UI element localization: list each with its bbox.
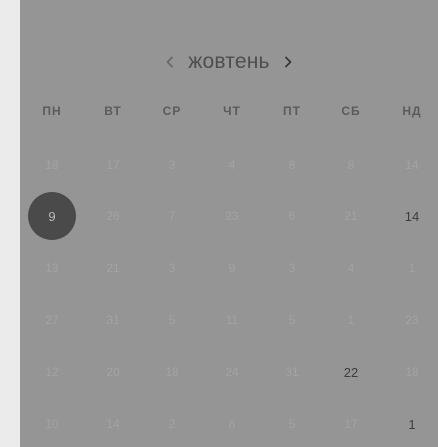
day-cell[interactable]: 11	[212, 300, 252, 340]
calendar-panel: жовтень ПН ВТ СР ЧТ ПТ СБ НД 18 17 3 4 8 8 14 9 26 7 23 6…	[20, 0, 438, 447]
day-cell[interactable]: 1	[331, 300, 371, 340]
day-cell[interactable]: 21	[93, 248, 133, 288]
day-cell[interactable]: 31	[93, 300, 133, 340]
day-cell[interactable]: 3	[152, 248, 192, 288]
day-cell[interactable]: 1	[392, 248, 432, 288]
month-title: жовтень	[188, 50, 270, 73]
day-cell[interactable]: 4	[212, 145, 252, 185]
day-cell[interactable]: 2	[152, 404, 192, 444]
day-cell[interactable]: 22	[331, 352, 371, 392]
weekday-label: ПН	[42, 104, 62, 118]
day-cell[interactable]: 3	[152, 145, 192, 185]
day-cell[interactable]: 18	[152, 352, 192, 392]
day-cell[interactable]: 4	[331, 248, 371, 288]
day-cell[interactable]: 14	[392, 145, 432, 185]
day-cell[interactable]: 5	[272, 404, 312, 444]
weekday-label: СР	[162, 104, 182, 118]
weekday-label: СБ	[341, 104, 361, 118]
day-cell[interactable]: 3	[272, 248, 312, 288]
next-month-button[interactable]	[276, 50, 300, 74]
day-cell[interactable]: 6	[272, 196, 312, 236]
day-cell[interactable]: 23	[392, 300, 432, 340]
prev-month-button[interactable]	[158, 50, 182, 74]
day-cell[interactable]: 24	[212, 352, 252, 392]
day-cell[interactable]: 17	[93, 145, 133, 185]
day-cell[interactable]: 23	[212, 196, 252, 236]
day-cell[interactable]: 14	[392, 196, 432, 236]
day-cell[interactable]: 5	[152, 300, 192, 340]
weekday-label: ЧТ	[223, 104, 241, 118]
day-cell[interactable]: 7	[152, 196, 192, 236]
day-cell[interactable]: 18	[392, 352, 432, 392]
chevron-right-icon	[284, 56, 292, 68]
calendar-header: жовтень	[20, 48, 438, 76]
weekday-label: ВТ	[104, 104, 122, 118]
day-cell[interactable]: 18	[32, 145, 72, 185]
weekday-label: ПТ	[283, 104, 301, 118]
day-cell[interactable]: 17	[331, 404, 371, 444]
selected-day[interactable]: 9	[28, 192, 76, 240]
day-cell[interactable]: 12	[32, 352, 72, 392]
day-cell[interactable]: 8	[272, 145, 312, 185]
day-cell[interactable]: 27	[32, 300, 72, 340]
day-cell[interactable]: 31	[272, 352, 312, 392]
day-cell[interactable]: 10	[32, 404, 72, 444]
day-cell[interactable]: 8	[212, 404, 252, 444]
day-cell[interactable]: 9	[212, 248, 252, 288]
day-cell[interactable]: 5	[272, 300, 312, 340]
day-cell[interactable]: 26	[93, 196, 133, 236]
weekday-label: НД	[402, 104, 422, 118]
day-cell[interactable]: 1	[392, 404, 432, 444]
chevron-left-icon	[166, 56, 174, 68]
day-cell[interactable]: 14	[93, 404, 133, 444]
day-cell[interactable]: 13	[32, 248, 72, 288]
day-cell[interactable]: 20	[93, 352, 133, 392]
weekday-row: ПН ВТ СР ЧТ ПТ СБ НД	[20, 104, 438, 124]
day-cell[interactable]: 8	[331, 145, 371, 185]
day-cell[interactable]: 21	[331, 196, 371, 236]
